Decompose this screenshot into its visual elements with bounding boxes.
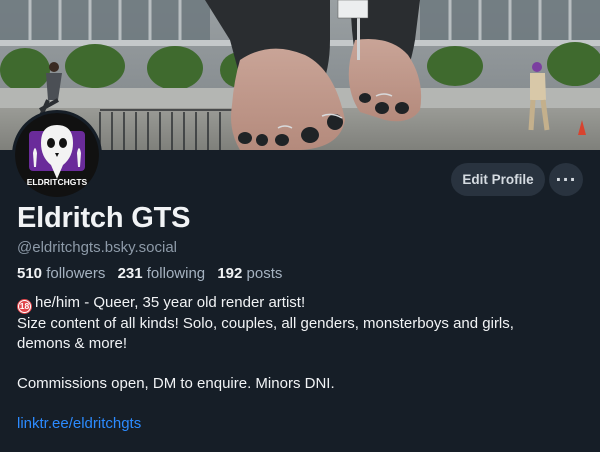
- more-options-button[interactable]: ···: [549, 163, 583, 196]
- bio-line-1: he/him - Queer, 35 year old render artis…: [35, 294, 306, 311]
- display-name: Eldritch GTS: [17, 202, 191, 234]
- avatar-text: ELDRITCHGTS: [27, 177, 88, 187]
- avatar-image: ELDRITCHGTS: [15, 113, 99, 197]
- more-horizontal-icon: ···: [555, 170, 577, 189]
- profile-stats: 510 followers 231 following 192 posts: [17, 265, 290, 282]
- posts-count: 192: [217, 265, 243, 282]
- posts-label: posts: [246, 265, 283, 282]
- followers-stat[interactable]: 510 followers: [17, 265, 105, 282]
- profile-handle: @eldritchgts.bsky.social: [17, 239, 178, 256]
- edit-profile-button[interactable]: Edit Profile: [451, 163, 545, 196]
- followers-label: followers: [46, 265, 106, 282]
- avatar[interactable]: ELDRITCHGTS: [12, 110, 102, 200]
- bio-line-3: demons & more!: [17, 335, 128, 352]
- following-count: 231: [117, 265, 143, 282]
- age-18-badge-icon: 18: [17, 299, 32, 314]
- followers-count: 510: [17, 265, 43, 282]
- following-label: following: [146, 265, 206, 282]
- posts-stat: 192 posts: [217, 265, 282, 282]
- following-stat[interactable]: 231 following: [118, 265, 206, 282]
- bio-link[interactable]: linktr.ee/eldritchgts: [17, 415, 141, 432]
- bio-line-4: Commissions open, DM to enquire. Minors …: [17, 375, 335, 392]
- profile-bio: 18 he/him - Queer, 35 year old render art…: [17, 293, 587, 434]
- bio-line-2: Size content of all kinds! Solo, couples…: [17, 315, 514, 332]
